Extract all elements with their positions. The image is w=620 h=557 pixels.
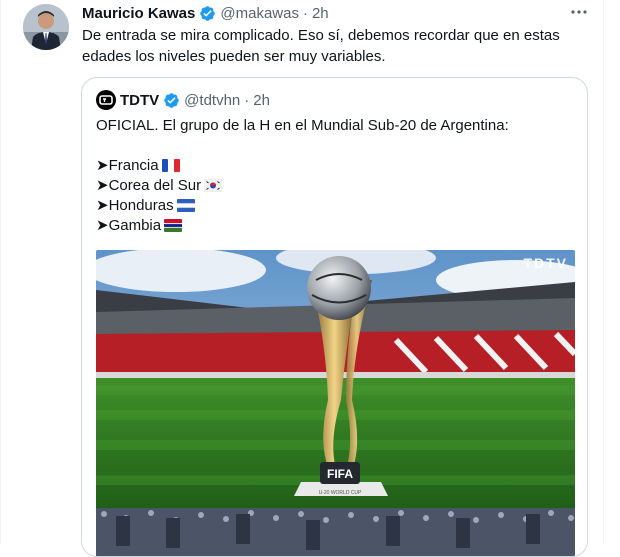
quoted-tweet[interactable]: TDTV @tdtvhn · 2h OFICIAL. El grupo de l…: [81, 77, 588, 557]
quoted-author-name[interactable]: TDTV: [120, 92, 159, 109]
quoted-author-handle[interactable]: @tdtvhn: [184, 92, 240, 109]
gambia-flag-icon: [164, 218, 183, 238]
verified-badge-icon: [163, 92, 180, 109]
separator-dot: ·: [302, 4, 308, 22]
quoted-tweet-time[interactable]: 2h: [253, 92, 270, 109]
tweet-text: De entrada se mira complicado. Eso sí, d…: [82, 25, 582, 67]
more-horizontal-icon[interactable]: [569, 3, 589, 21]
author-handle[interactable]: @makawas: [220, 5, 299, 22]
team-label: ➤Francia: [96, 157, 159, 174]
trophy-fifa-label: FIFA: [327, 467, 353, 481]
tweet-card[interactable]: Mauricio Kawas @makawas · 2h De entrada …: [0, 0, 604, 557]
quoted-text-line: OFICIAL. El grupo de la H en el Mundial …: [96, 117, 509, 134]
quoted-tweet-image-second[interactable]: [96, 508, 575, 556]
team-item-gambia: ➤Gambia: [96, 216, 576, 236]
team-label: ➤Corea del Sur: [96, 177, 202, 194]
tweet-text-line: edades los niveles pueden ser muy variab…: [82, 48, 386, 65]
verified-badge-icon: [199, 5, 216, 22]
tdtv-logo-icon[interactable]: [96, 90, 116, 110]
quoted-tweet-header: TDTV @tdtvhn · 2h: [96, 90, 270, 110]
quoted-tweet-image[interactable]: FIFA U-20 WORLD CUP TDTV: [96, 250, 575, 510]
tweet-time[interactable]: 2h: [312, 5, 329, 22]
author-name[interactable]: Mauricio Kawas: [82, 5, 195, 22]
tdtv-watermark: TDTV: [523, 255, 568, 271]
team-label: ➤Gambia: [96, 217, 162, 234]
team-label: ➤Honduras: [96, 197, 174, 214]
france-flag-icon: [161, 158, 180, 178]
separator-dot: ·: [244, 91, 250, 109]
south-korea-flag-icon: [203, 178, 223, 198]
trophy-subtitle: U-20 WORLD CUP: [319, 490, 362, 496]
quoted-tweet-text: OFICIAL. El grupo de la H en el Mundial …: [96, 116, 576, 236]
author-avatar[interactable]: [23, 4, 69, 50]
tweet-text-line: De entrada se mira complicado. Eso sí, d…: [82, 27, 560, 44]
tweet-header: Mauricio Kawas @makawas · 2h: [82, 4, 329, 22]
honduras-flag-icon: [176, 198, 195, 218]
team-item-korea: ➤Corea del Sur: [96, 176, 576, 196]
team-item-honduras: ➤Honduras: [96, 196, 576, 216]
team-item-france: ➤Francia: [96, 156, 576, 176]
